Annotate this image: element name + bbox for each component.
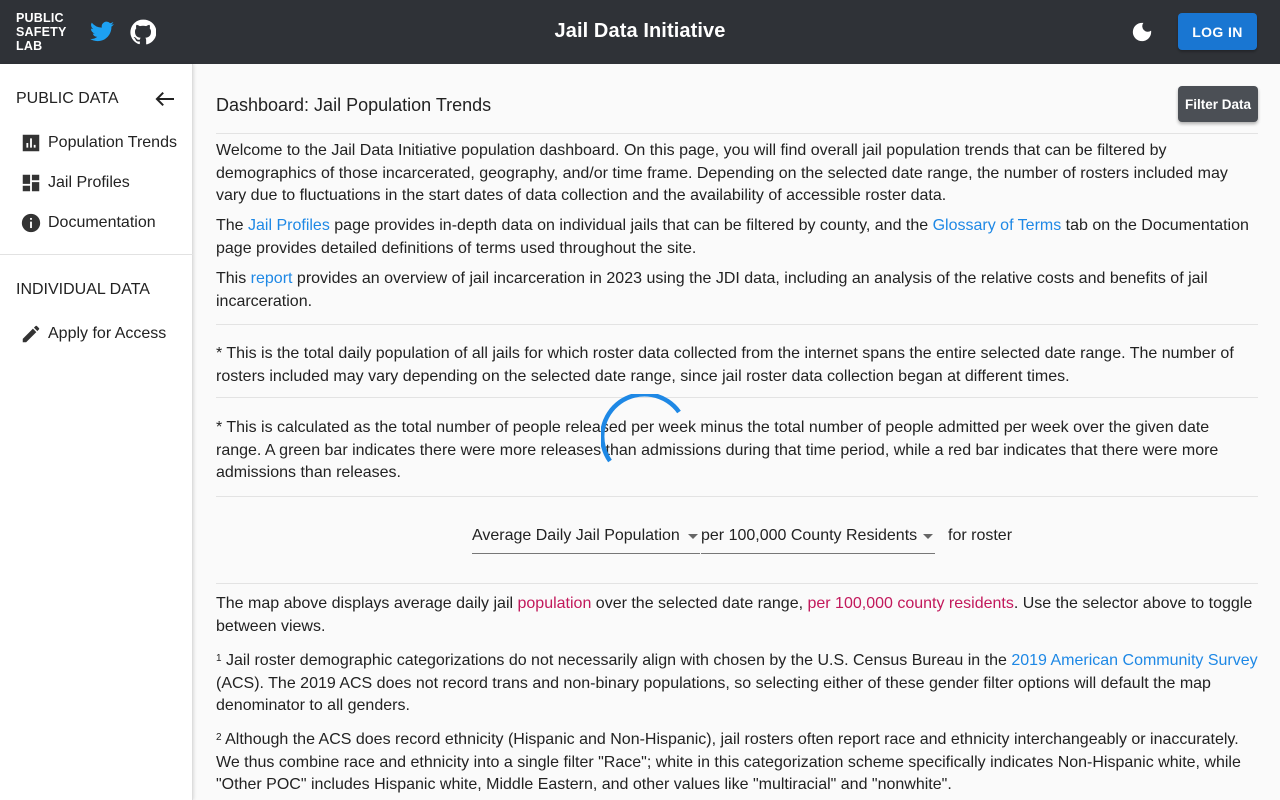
- info-icon: [21, 213, 41, 233]
- twitter-icon[interactable]: [89, 19, 115, 45]
- sidebar-divider: [0, 254, 193, 255]
- chevron-down-icon: [923, 534, 933, 539]
- divider: [216, 397, 1258, 398]
- divider: [216, 324, 1258, 325]
- map-selector-row: Average Daily Jail Population per 100,00…: [216, 524, 1258, 558]
- text: over the selected date range,: [591, 595, 808, 612]
- public-data-heading: PUBLIC DATA: [16, 90, 119, 107]
- text: The: [216, 217, 249, 234]
- profiles-paragraph: The Jail Profiles page provides in-depth…: [216, 215, 1258, 260]
- release-note: * This is calculated as the total number…: [216, 419, 1219, 481]
- intro-paragraph: Welcome to the Jail Data Initiative popu…: [216, 142, 1228, 204]
- sidebar-item-documentation[interactable]: Documentation: [20, 209, 156, 237]
- text: Jail roster demographic categorizations …: [221, 652, 1012, 669]
- divider: [216, 133, 1258, 134]
- denominator-select-value: per 100,000 County Residents: [701, 527, 918, 544]
- app-title: Jail Data Initiative: [554, 20, 726, 42]
- report-paragraph: This report provides an overview of jail…: [216, 268, 1258, 313]
- page-title: Dashboard: Jail Population Trends: [216, 95, 492, 115]
- github-icon[interactable]: [130, 19, 156, 45]
- text: Although the ACS does record ethnicity (…: [216, 731, 1241, 793]
- sidebar-item-label: Population Trends: [48, 134, 177, 151]
- report-link[interactable]: report: [251, 270, 293, 287]
- moon-icon[interactable]: [1131, 21, 1153, 43]
- sidebar: PUBLIC DATA Population Trends Jail Profi…: [0, 64, 193, 800]
- individual-data-heading: INDIVIDUAL DATA: [16, 281, 150, 298]
- sidebar-item-label: Apply for Access: [48, 325, 167, 342]
- pencil-icon: [22, 325, 40, 343]
- logo-line-1: PUBLIC: [16, 11, 64, 25]
- login-button[interactable]: LOG IN: [1178, 13, 1257, 50]
- metric-highlight: population: [517, 595, 592, 612]
- public-safety-lab-logo[interactable]: PUBLIC SAFETY LAB: [16, 11, 67, 53]
- footnote-2: 2 Although the ACS does record ethnicity…: [216, 729, 1258, 797]
- metric-select-value: Average Daily Jail Population: [472, 527, 680, 544]
- sidebar-item-population-trends[interactable]: Population Trends: [20, 129, 177, 157]
- arrow-left-icon[interactable]: [154, 90, 176, 108]
- text: The map above displays average daily jai…: [216, 595, 518, 612]
- footnote-1: 1 Jail roster demographic categorization…: [216, 650, 1258, 718]
- sidebar-item-apply-for-access[interactable]: Apply for Access: [20, 320, 166, 348]
- acs-link[interactable]: 2019 American Community Survey: [1011, 652, 1257, 669]
- filter-data-button[interactable]: Filter Data: [1178, 86, 1258, 122]
- logo-line-3: LAB: [16, 39, 43, 53]
- sidebar-item-jail-profiles[interactable]: Jail Profiles: [20, 169, 130, 197]
- denominator-select[interactable]: per 100,000 County Residents: [701, 524, 935, 554]
- footnote-number: 2: [216, 732, 222, 743]
- divider: [216, 496, 1258, 497]
- map-description: The map above displays average daily jai…: [216, 593, 1258, 638]
- divider: [216, 583, 1258, 584]
- metric-select[interactable]: Average Daily Jail Population: [472, 524, 700, 554]
- denominator-highlight: per 100,000 county residents: [807, 595, 1014, 612]
- footnote-number: 1: [216, 653, 222, 664]
- main-content: Dashboard: Jail Population Trends Filter…: [216, 64, 1258, 800]
- app-bar: PUBLIC SAFETY LAB Jail Data Initiative L…: [0, 0, 1280, 64]
- text: provides an overview of jail incarcerati…: [216, 270, 1208, 310]
- chevron-down-icon: [688, 534, 698, 539]
- text: page provides in-depth data on individua…: [329, 217, 933, 234]
- selector-suffix: for roster: [948, 527, 1013, 544]
- sidebar-item-label: Documentation: [48, 214, 156, 231]
- text: This: [216, 270, 251, 287]
- bar-chart-icon: [22, 134, 40, 152]
- sidebar-item-label: Jail Profiles: [48, 174, 130, 191]
- loading-spinner-icon: [601, 394, 681, 463]
- jail-profiles-link[interactable]: Jail Profiles: [248, 217, 330, 234]
- logo-line-2: SAFETY: [16, 25, 67, 39]
- text: (ACS). The 2019 ACS does not record tran…: [216, 674, 1211, 715]
- population-note: * This is the total daily population of …: [216, 345, 1234, 385]
- glossary-link[interactable]: Glossary of Terms: [933, 217, 1062, 234]
- dashboard-icon: [22, 174, 40, 192]
